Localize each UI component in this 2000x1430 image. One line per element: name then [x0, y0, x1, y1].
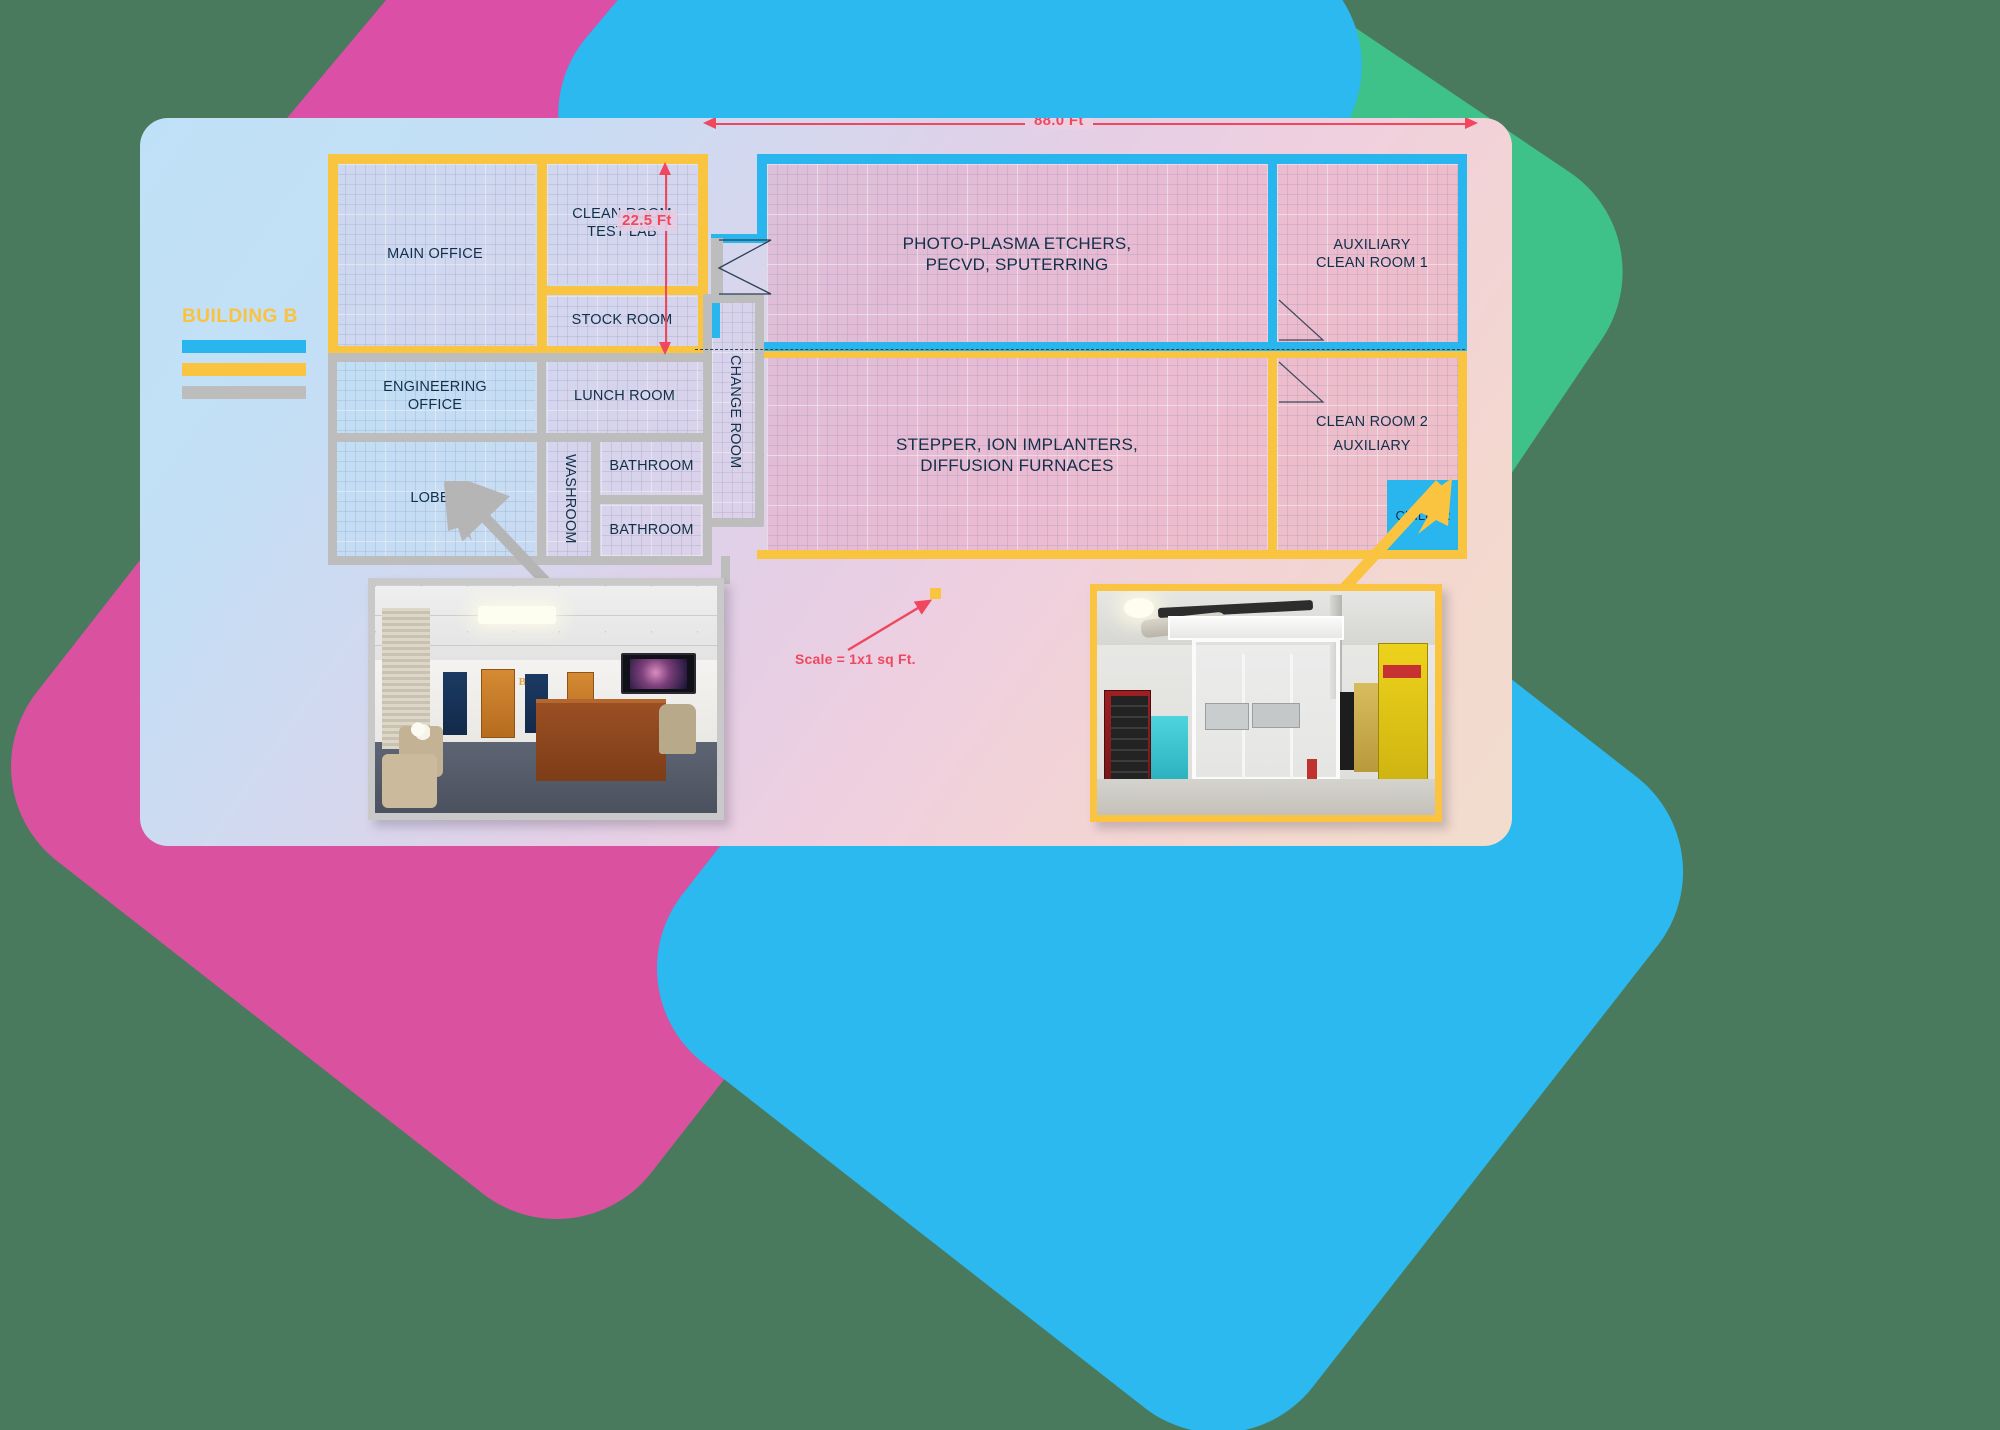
- wall-cyan-fab-top: [757, 154, 1467, 164]
- dimension-label-width: 88.0 Ft: [1025, 118, 1093, 129]
- photo-lobby-image: B: [375, 585, 717, 813]
- legend-bar-gold: [182, 363, 306, 376]
- photo-auxiliary-clean-room[interactable]: [1090, 584, 1442, 822]
- room-label-bathroom-1: BATHROOM: [609, 458, 694, 475]
- room-label-aux-clean-2-line1: AUXILIARY: [1333, 438, 1411, 455]
- room-lunch-room[interactable]: LUNCH ROOM: [547, 360, 702, 433]
- wall-gold-office-mid-v: [537, 154, 547, 354]
- wall-gray-lunch-bottom: [537, 433, 704, 442]
- room-label-stock-room: STOCK ROOM: [571, 312, 673, 329]
- door-swing-aux-clean-room-2: [1278, 361, 1325, 403]
- room-stepper-ion-implanters[interactable]: STEPPER, ION IMPLANTERS, DIFFUSION FURNA…: [767, 355, 1267, 557]
- wall-gray-top-office: [328, 353, 712, 362]
- wall-cyan-fab-right: [1458, 154, 1467, 350]
- room-label-change-room: CHANGE ROOM: [726, 355, 743, 469]
- legend-title: BUILDING B: [182, 306, 298, 327]
- photo-cleanroom-image: [1097, 591, 1435, 815]
- room-label-main-office: MAIN OFFICE: [387, 246, 483, 263]
- wall-gray-eng-lobby: [328, 433, 544, 442]
- wall-gold-office-top: [328, 154, 708, 164]
- wall-gold-testlab-bottom: [537, 286, 708, 295]
- door-double-swing-vestibule: [717, 239, 772, 295]
- room-label-stepper-ion-line1: STEPPER, ION IMPLANTERS,: [896, 435, 1138, 455]
- wall-gray-changeroom-bottom: [703, 518, 763, 527]
- room-bathroom-1[interactable]: BATHROOM: [601, 441, 702, 493]
- legend-bar-gray: [182, 386, 306, 399]
- floorplan-card: BUILDING B MAIN OFFICE CLEAN ROOM TEST L…: [140, 118, 1512, 846]
- room-label-aux-clean-1-line1: AUXILIARY: [1333, 237, 1411, 254]
- wall-gray-bath-divider: [591, 495, 704, 504]
- wall-cyan-fab-left-up: [757, 154, 767, 242]
- wall-gold-aux2-left: [1268, 350, 1277, 559]
- scale-pointer-arrow: [847, 599, 933, 652]
- room-label-bathroom-2: BATHROOM: [609, 522, 694, 539]
- wall-gold-fab-top: [757, 350, 1467, 358]
- room-engineering-office[interactable]: ENGINEERING OFFICE: [335, 360, 535, 433]
- fab-separation-dashed-line: [695, 349, 1465, 350]
- scale-note: Scale = 1x1 sq Ft.: [795, 651, 916, 667]
- room-label-photo-plasma-line2: PECVD, SPUTERRING: [925, 255, 1109, 274]
- wall-gray-changeroom-right: [755, 294, 764, 526]
- dimension-label-height: 22.5 Ft: [617, 210, 677, 231]
- wall-cyan-aux1-left: [1268, 154, 1277, 351]
- room-stock-room[interactable]: STOCK ROOM: [547, 296, 697, 346]
- poster-canvas: BUILDING B MAIN OFFICE CLEAN ROOM TEST L…: [0, 0, 2000, 1430]
- dimension-arrow-left: [703, 118, 716, 129]
- dimension-arrow-up: [659, 162, 671, 175]
- room-photo-plasma-etchers[interactable]: PHOTO-PLASMA ETCHERS, PECVD, SPUTERRING: [767, 164, 1267, 346]
- room-label-lunch-room: LUNCH ROOM: [573, 387, 676, 404]
- dimension-line-height: [665, 174, 667, 346]
- wall-gold-office-left: [328, 154, 338, 354]
- building-legend: BUILDING B: [182, 306, 312, 409]
- room-bathroom-2[interactable]: BATHROOM: [601, 505, 702, 557]
- photo-lobby[interactable]: B: [368, 578, 724, 820]
- room-main-office[interactable]: MAIN OFFICE: [335, 164, 535, 346]
- room-label-engineering-office-line2: OFFICE: [407, 396, 463, 413]
- room-label-aux-clean-1-line2: CLEAN ROOM 1: [1316, 255, 1428, 271]
- room-label-photo-plasma-line1: PHOTO-PLASMA ETCHERS,: [902, 234, 1132, 254]
- room-label-engineering-office-line1: ENGINEERING: [383, 378, 487, 395]
- dimension-arrow-down: [659, 342, 671, 355]
- room-label-aux-clean-2-line2: CLEAN ROOM 2: [1316, 414, 1428, 430]
- door-swing-aux-clean-room-1: [1278, 299, 1325, 341]
- dimension-arrow-right: [1465, 118, 1478, 129]
- room-label-stepper-ion-line2: DIFFUSION FURNACES: [920, 456, 1114, 475]
- legend-bar-cyan: [182, 340, 306, 353]
- wall-gray-left-outer: [328, 353, 337, 565]
